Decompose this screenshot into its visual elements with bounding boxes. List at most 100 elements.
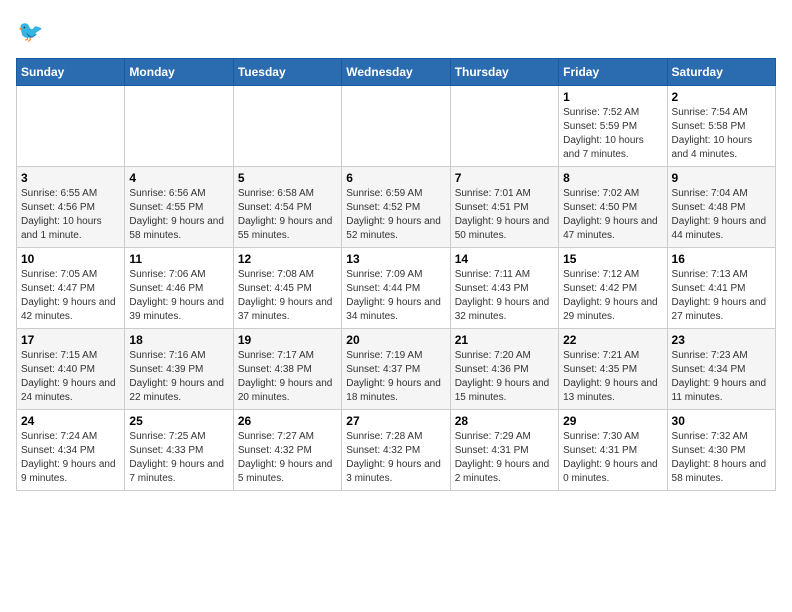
calendar-day-cell: 30 Sunrise: 7:32 AM Sunset: 4:30 PM Dayli… — [667, 410, 775, 491]
day-info: Sunrise: 7:20 AM Sunset: 4:36 PM Dayligh… — [455, 349, 554, 405]
calendar-week-row: 1 Sunrise: 7:52 AM Sunset: 5:59 PM Daylig… — [17, 86, 776, 167]
calendar-day-cell: 4 Sunrise: 6:56 AM Sunset: 4:55 PM Daylig… — [125, 167, 233, 248]
calendar-day-cell: 29 Sunrise: 7:30 AM Sunset: 4:31 PM Dayli… — [559, 410, 667, 491]
day-info: Sunrise: 7:27 AM Sunset: 4:32 PM Dayligh… — [238, 430, 337, 486]
day-info: Sunrise: 7:01 AM Sunset: 4:51 PM Dayligh… — [455, 187, 554, 243]
calendar-day-cell: 11Sunrise: 7:06 AM Sunset: 4:46 PM Dayli… — [125, 248, 233, 329]
day-number: 6 — [346, 171, 445, 185]
calendar-day-cell: 16 Sunrise: 7:13 AM Sunset: 4:41 PM Dayli… — [667, 248, 775, 329]
day-info: Sunrise: 7:16 AM Sunset: 4:39 PM Dayligh… — [129, 349, 228, 405]
day-number: 19 — [238, 333, 337, 347]
calendar-week-row: 17 Sunrise: 7:15 AM Sunset: 4:40 PM Dayli… — [17, 329, 776, 410]
calendar-day-cell: 19 Sunrise: 7:17 AM Sunset: 4:38 PM Dayli… — [233, 329, 341, 410]
day-info: Sunrise: 7:09 AM Sunset: 4:44 PM Dayligh… — [346, 268, 445, 324]
day-info: Sunrise: 7:13 AM Sunset: 4:41 PM Dayligh… — [672, 268, 771, 324]
calendar-day-cell: 7 Sunrise: 7:01 AM Sunset: 4:51 PM Daylig… — [450, 167, 558, 248]
day-number: 8 — [563, 171, 662, 185]
calendar-day-cell — [233, 86, 341, 167]
day-number: 27 — [346, 414, 445, 428]
calendar-day-cell: 22 Sunrise: 7:21 AM Sunset: 4:35 PM Dayli… — [559, 329, 667, 410]
calendar-week-row: 3Sunrise: 6:55 AM Sunset: 4:56 PM Daylig… — [17, 167, 776, 248]
day-of-week-header: Sunday — [17, 59, 125, 86]
logo: 🐦 — [16, 16, 52, 48]
calendar-day-cell: 6 Sunrise: 6:59 AM Sunset: 4:52 PM Daylig… — [342, 167, 450, 248]
day-number: 1 — [563, 90, 662, 104]
day-number: 15 — [563, 252, 662, 266]
svg-text:🐦: 🐦 — [18, 20, 44, 43]
logo-icon: 🐦 — [16, 16, 48, 48]
calendar-day-cell: 14Sunrise: 7:11 AM Sunset: 4:43 PM Dayli… — [450, 248, 558, 329]
day-number: 2 — [672, 90, 771, 104]
day-number: 9 — [672, 171, 771, 185]
calendar-day-cell: 23Sunrise: 7:23 AM Sunset: 4:34 PM Dayli… — [667, 329, 775, 410]
calendar-day-cell: 25 Sunrise: 7:25 AM Sunset: 4:33 PM Dayli… — [125, 410, 233, 491]
day-info: Sunrise: 7:24 AM Sunset: 4:34 PM Dayligh… — [21, 430, 120, 486]
day-number: 4 — [129, 171, 228, 185]
day-info: Sunrise: 6:55 AM Sunset: 4:56 PM Dayligh… — [21, 187, 120, 243]
page-header: 🐦 — [16, 16, 776, 48]
day-info: Sunrise: 6:56 AM Sunset: 4:55 PM Dayligh… — [129, 187, 228, 243]
day-info: Sunrise: 7:15 AM Sunset: 4:40 PM Dayligh… — [21, 349, 120, 405]
day-info: Sunrise: 6:59 AM Sunset: 4:52 PM Dayligh… — [346, 187, 445, 243]
calendar-day-cell: 13 Sunrise: 7:09 AM Sunset: 4:44 PM Dayli… — [342, 248, 450, 329]
calendar-day-cell — [125, 86, 233, 167]
calendar-day-cell: 15 Sunrise: 7:12 AM Sunset: 4:42 PM Dayli… — [559, 248, 667, 329]
day-number: 22 — [563, 333, 662, 347]
calendar-day-cell — [342, 86, 450, 167]
calendar-day-cell: 9 Sunrise: 7:04 AM Sunset: 4:48 PM Daylig… — [667, 167, 775, 248]
day-number: 28 — [455, 414, 554, 428]
calendar-day-cell: 17 Sunrise: 7:15 AM Sunset: 4:40 PM Dayli… — [17, 329, 125, 410]
day-info: Sunrise: 7:23 AM Sunset: 4:34 PM Dayligh… — [672, 349, 771, 405]
day-info: Sunrise: 7:08 AM Sunset: 4:45 PM Dayligh… — [238, 268, 337, 324]
day-number: 20 — [346, 333, 445, 347]
day-number: 29 — [563, 414, 662, 428]
day-of-week-header: Tuesday — [233, 59, 341, 86]
day-info: Sunrise: 7:32 AM Sunset: 4:30 PM Dayligh… — [672, 430, 771, 486]
calendar-day-cell: 26 Sunrise: 7:27 AM Sunset: 4:32 PM Dayli… — [233, 410, 341, 491]
day-info: Sunrise: 7:04 AM Sunset: 4:48 PM Dayligh… — [672, 187, 771, 243]
day-info: Sunrise: 7:52 AM Sunset: 5:59 PM Dayligh… — [563, 106, 662, 162]
day-info: Sunrise: 7:21 AM Sunset: 4:35 PM Dayligh… — [563, 349, 662, 405]
calendar-day-cell — [17, 86, 125, 167]
day-number: 17 — [21, 333, 120, 347]
day-info: Sunrise: 7:30 AM Sunset: 4:31 PM Dayligh… — [563, 430, 662, 486]
calendar-day-cell: 8 Sunrise: 7:02 AM Sunset: 4:50 PM Daylig… — [559, 167, 667, 248]
calendar-day-cell: 3Sunrise: 6:55 AM Sunset: 4:56 PM Daylig… — [17, 167, 125, 248]
calendar-day-cell: 28 Sunrise: 7:29 AM Sunset: 4:31 PM Dayli… — [450, 410, 558, 491]
day-info: Sunrise: 7:54 AM Sunset: 5:58 PM Dayligh… — [672, 106, 771, 162]
calendar-day-cell: 24 Sunrise: 7:24 AM Sunset: 4:34 PM Dayli… — [17, 410, 125, 491]
day-info: Sunrise: 7:05 AM Sunset: 4:47 PM Dayligh… — [21, 268, 120, 324]
calendar-day-cell — [450, 86, 558, 167]
calendar-table: SundayMondayTuesdayWednesdayThursdayFrid… — [16, 58, 776, 491]
day-number: 30 — [672, 414, 771, 428]
day-number: 26 — [238, 414, 337, 428]
day-info: Sunrise: 7:02 AM Sunset: 4:50 PM Dayligh… — [563, 187, 662, 243]
day-info: Sunrise: 7:12 AM Sunset: 4:42 PM Dayligh… — [563, 268, 662, 324]
day-of-week-header: Saturday — [667, 59, 775, 86]
day-info: Sunrise: 7:29 AM Sunset: 4:31 PM Dayligh… — [455, 430, 554, 486]
calendar-week-row: 10 Sunrise: 7:05 AM Sunset: 4:47 PM Dayli… — [17, 248, 776, 329]
day-number: 12 — [238, 252, 337, 266]
calendar-week-row: 24 Sunrise: 7:24 AM Sunset: 4:34 PM Dayli… — [17, 410, 776, 491]
day-number: 16 — [672, 252, 771, 266]
day-number: 14 — [455, 252, 554, 266]
day-number: 21 — [455, 333, 554, 347]
day-number: 10 — [21, 252, 120, 266]
day-of-week-header: Thursday — [450, 59, 558, 86]
calendar-day-cell: 1 Sunrise: 7:52 AM Sunset: 5:59 PM Daylig… — [559, 86, 667, 167]
day-number: 5 — [238, 171, 337, 185]
day-info: Sunrise: 7:25 AM Sunset: 4:33 PM Dayligh… — [129, 430, 228, 486]
day-number: 24 — [21, 414, 120, 428]
day-number: 7 — [455, 171, 554, 185]
calendar-day-cell: 20Sunrise: 7:19 AM Sunset: 4:37 PM Dayli… — [342, 329, 450, 410]
day-number: 13 — [346, 252, 445, 266]
calendar-day-cell: 18Sunrise: 7:16 AM Sunset: 4:39 PM Dayli… — [125, 329, 233, 410]
calendar-header-row: SundayMondayTuesdayWednesdayThursdayFrid… — [17, 59, 776, 86]
day-info: Sunrise: 7:06 AM Sunset: 4:46 PM Dayligh… — [129, 268, 228, 324]
day-of-week-header: Wednesday — [342, 59, 450, 86]
day-of-week-header: Friday — [559, 59, 667, 86]
calendar-day-cell: 21 Sunrise: 7:20 AM Sunset: 4:36 PM Dayli… — [450, 329, 558, 410]
calendar-day-cell: 27Sunrise: 7:28 AM Sunset: 4:32 PM Dayli… — [342, 410, 450, 491]
day-number: 25 — [129, 414, 228, 428]
day-info: Sunrise: 7:17 AM Sunset: 4:38 PM Dayligh… — [238, 349, 337, 405]
